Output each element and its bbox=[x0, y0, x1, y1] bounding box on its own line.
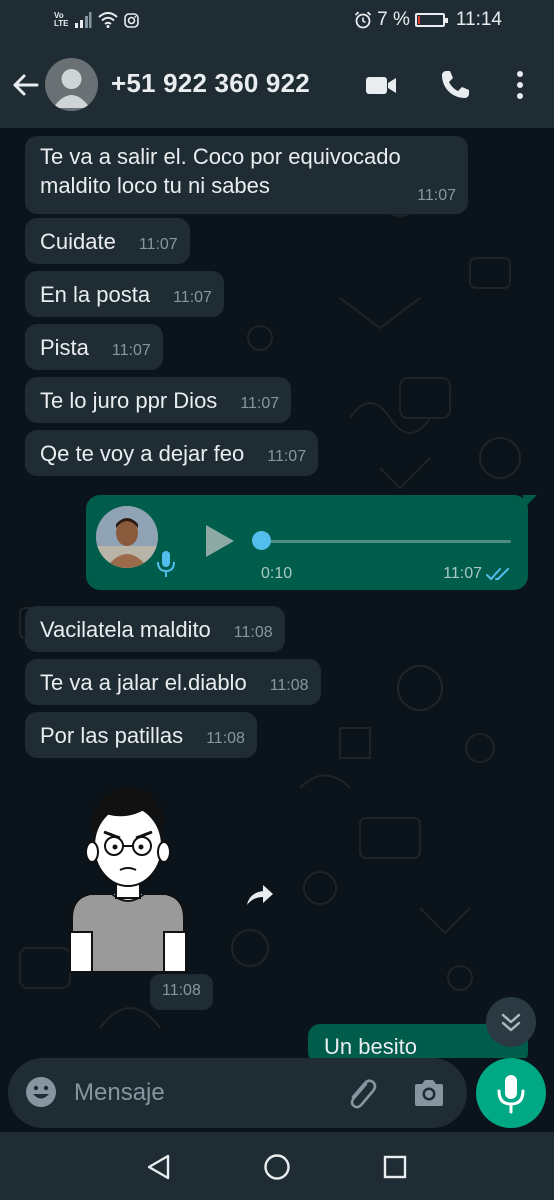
message-text: Un besito bbox=[324, 1034, 417, 1058]
chat-area[interactable]: Te va a salir el. Coco por equivocado ma… bbox=[0, 128, 554, 1058]
message-text: Vacilatela maldito bbox=[40, 617, 211, 642]
message-text: Cuidate bbox=[40, 229, 116, 254]
voice-progress-track[interactable] bbox=[259, 540, 511, 543]
wifi-icon bbox=[98, 12, 118, 28]
alarm-icon bbox=[354, 11, 372, 29]
message-time: 11:08 bbox=[206, 730, 245, 747]
instagram-icon bbox=[124, 12, 139, 28]
camera-icon[interactable] bbox=[411, 1075, 447, 1111]
attach-icon[interactable] bbox=[342, 1074, 380, 1112]
message-field[interactable] bbox=[8, 1058, 467, 1128]
message-text: Te va a salir el. Coco por equivocado ma… bbox=[40, 144, 401, 198]
status-bar: Vo LTE 7 % 11:14 bbox=[0, 0, 554, 40]
avatar-icon bbox=[53, 69, 90, 108]
voice-message[interactable]: 0:10 11:07 bbox=[86, 495, 537, 590]
message-bubble[interactable]: Te lo juro ppr Dios 11:07 bbox=[25, 377, 292, 423]
message-time: 11:07 bbox=[138, 236, 178, 253]
message-text: Te lo juro ppr Dios bbox=[40, 388, 218, 413]
message-input[interactable] bbox=[74, 1074, 324, 1112]
message-text: En la posta bbox=[40, 282, 151, 307]
mic-button[interactable] bbox=[476, 1058, 546, 1128]
message-bubble[interactable]: Te va a salir el. Coco por equivocado ma… bbox=[25, 136, 468, 214]
contact-avatar[interactable] bbox=[45, 58, 98, 111]
play-icon[interactable] bbox=[202, 523, 236, 559]
message-bubble[interactable]: Pista 11:07 bbox=[25, 324, 163, 370]
sticker-angry-boy[interactable] bbox=[66, 780, 190, 976]
contact-name[interactable]: +51 922 360 922 bbox=[111, 68, 310, 99]
message-time: 11:07 bbox=[111, 342, 151, 359]
back-triangle-icon[interactable] bbox=[144, 1152, 174, 1182]
message-text: Te va a jalar el.diablo bbox=[40, 670, 247, 695]
double-chevron-down-icon bbox=[501, 1013, 521, 1032]
message-time: 11:07 bbox=[240, 395, 280, 412]
input-bar bbox=[0, 1058, 554, 1132]
phone-icon[interactable] bbox=[438, 68, 472, 102]
battery-icon bbox=[414, 13, 448, 27]
chat-header: +51 922 360 922 bbox=[0, 40, 554, 128]
clock: 11:14 bbox=[455, 9, 502, 30]
message-bubble[interactable]: Vacilatela maldito 11:08 bbox=[25, 606, 285, 652]
message-time: 11:07 bbox=[267, 448, 307, 465]
message-text: Por las patillas bbox=[40, 723, 184, 748]
signal-icon bbox=[75, 12, 92, 28]
message-time: 11:07 bbox=[417, 187, 456, 204]
sticker-time: 11:08 bbox=[150, 974, 213, 1010]
forward-icon[interactable] bbox=[241, 877, 279, 915]
message-text: Pista bbox=[40, 335, 89, 360]
status-left: Vo LTE bbox=[54, 12, 139, 28]
home-circle-icon[interactable] bbox=[262, 1152, 292, 1182]
mic-icon bbox=[497, 1075, 525, 1114]
message-time: 11:07 bbox=[173, 289, 212, 306]
scroll-down-button[interactable] bbox=[486, 997, 536, 1047]
battery-percent: 7 % bbox=[377, 9, 410, 30]
status-right: 7 % 11:14 bbox=[354, 9, 502, 31]
mic-icon bbox=[157, 551, 175, 577]
network-type: Vo LTE bbox=[54, 11, 69, 28]
system-nav-bar bbox=[0, 1132, 554, 1200]
message-bubble[interactable]: En la posta 11:07 bbox=[25, 271, 224, 317]
message-text: Qe te voy a dejar feo bbox=[40, 441, 245, 466]
message-time: 11:08 bbox=[233, 624, 273, 641]
double-check-icon bbox=[486, 568, 509, 581]
voice-duration: 0:10 bbox=[261, 565, 293, 582]
voice-sender-avatar bbox=[96, 506, 158, 568]
emoji-icon[interactable] bbox=[24, 1075, 58, 1109]
voice-time: 11:07 bbox=[443, 565, 482, 582]
recents-square-icon[interactable] bbox=[380, 1152, 410, 1182]
message-bubble[interactable]: Te va a jalar el.diablo 11:08 bbox=[25, 659, 321, 705]
message-bubble[interactable]: Cuidate 11:07 bbox=[25, 218, 190, 264]
more-vert-icon[interactable] bbox=[503, 68, 537, 102]
bubble-tail bbox=[523, 495, 537, 509]
battery-level bbox=[417, 16, 420, 24]
message-time: 11:08 bbox=[269, 677, 309, 694]
message-bubble[interactable]: Qe te voy a dejar feo 11:07 bbox=[25, 430, 319, 476]
video-call-icon[interactable] bbox=[364, 68, 398, 102]
sender-photo bbox=[96, 506, 158, 568]
message-bubble[interactable]: Por las patillas 11:08 bbox=[25, 712, 257, 758]
back-arrow-icon[interactable] bbox=[10, 70, 40, 100]
voice-progress-knob[interactable] bbox=[252, 531, 271, 550]
